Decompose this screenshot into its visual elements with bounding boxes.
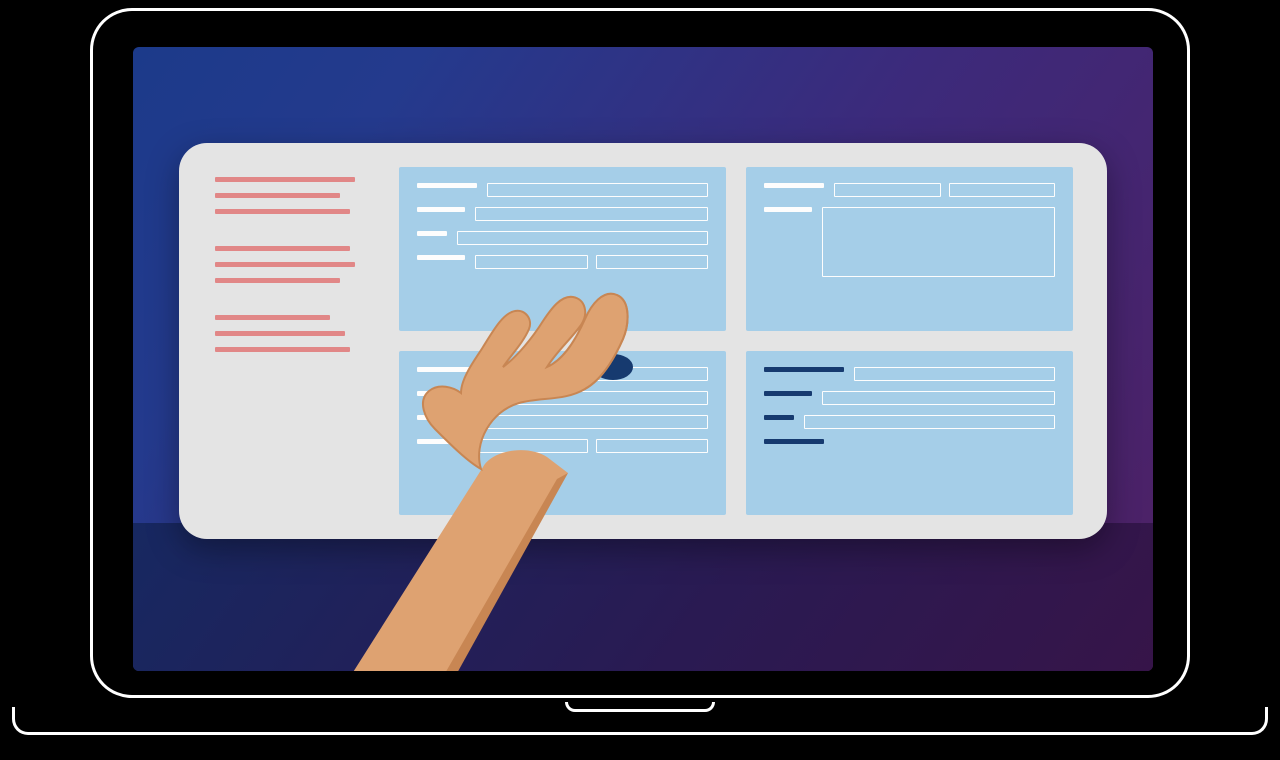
card-label <box>764 207 812 212</box>
card-field[interactable] <box>596 439 709 453</box>
card-field[interactable] <box>487 183 708 197</box>
card[interactable] <box>746 167 1073 331</box>
sidebar-item[interactable] <box>215 262 355 267</box>
app-panel <box>179 143 1107 539</box>
laptop-body <box>90 8 1190 698</box>
sidebar-item[interactable] <box>215 278 340 283</box>
card-label <box>764 183 824 188</box>
card-label <box>764 367 844 372</box>
card-label <box>417 255 465 260</box>
sidebar-item[interactable] <box>215 209 350 214</box>
sidebar <box>179 143 389 539</box>
card-label <box>417 415 447 420</box>
sidebar-group <box>215 246 363 283</box>
card-field[interactable] <box>596 255 709 269</box>
card-label <box>417 231 447 236</box>
card-field[interactable] <box>822 391 1055 405</box>
card-field[interactable] <box>475 439 588 453</box>
card-field[interactable] <box>822 207 1055 277</box>
card-field[interactable] <box>487 367 708 381</box>
card-label <box>764 415 794 420</box>
card-field[interactable] <box>475 255 588 269</box>
sidebar-item[interactable] <box>215 193 340 198</box>
card-field[interactable] <box>854 367 1055 381</box>
card-field[interactable] <box>457 231 708 245</box>
card-label <box>417 207 465 212</box>
laptop-screen <box>133 47 1153 671</box>
sidebar-item[interactable] <box>215 315 330 320</box>
card-label <box>417 183 477 188</box>
card-label <box>417 367 477 372</box>
sidebar-item[interactable] <box>215 177 355 182</box>
sidebar-group <box>215 177 363 214</box>
laptop-trackpad-notch <box>565 702 715 712</box>
card-field[interactable] <box>475 391 708 405</box>
card-field[interactable] <box>834 183 941 197</box>
sidebar-item[interactable] <box>215 246 350 251</box>
card-label <box>417 439 465 444</box>
card-label <box>764 391 812 396</box>
card-grid <box>389 143 1107 539</box>
card[interactable] <box>399 351 726 515</box>
sidebar-group <box>215 315 363 352</box>
sidebar-item[interactable] <box>215 331 345 336</box>
card-field[interactable] <box>804 415 1055 429</box>
card-label <box>764 439 824 444</box>
card-field[interactable] <box>457 415 708 429</box>
card-field[interactable] <box>475 207 708 221</box>
card[interactable] <box>399 167 726 331</box>
desk-shadow <box>133 523 1153 671</box>
sidebar-item[interactable] <box>215 347 350 352</box>
card-field[interactable] <box>949 183 1056 197</box>
card[interactable] <box>746 351 1073 515</box>
card-label <box>417 391 465 396</box>
